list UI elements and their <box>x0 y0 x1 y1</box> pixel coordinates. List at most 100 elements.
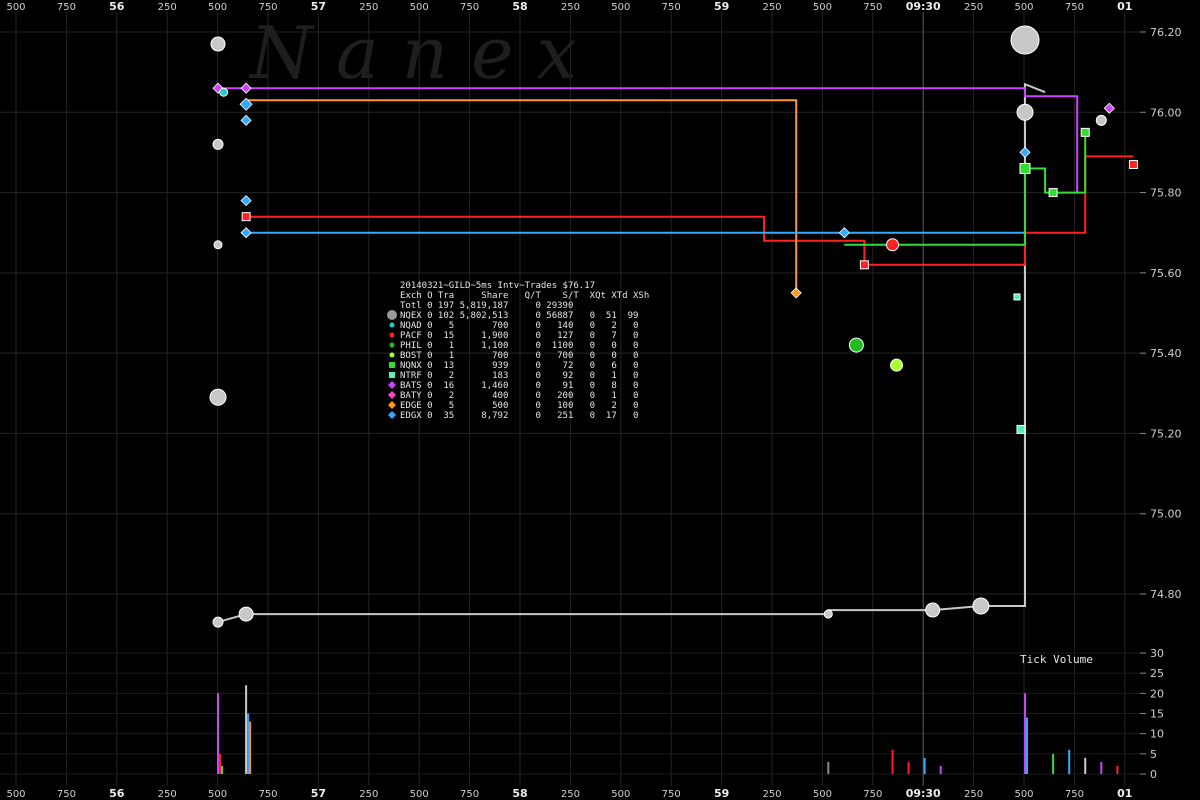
legend-row-ntrf: NTRF 0 2 183 0 92 0 1 0 <box>400 371 638 381</box>
volume-bar <box>1084 757 1087 774</box>
y-tick-label: 76.20 <box>1150 26 1182 39</box>
x-tick-label: 750 <box>460 789 479 800</box>
trade-marker-nqex <box>1010 25 1040 55</box>
x-tick-label: 01 <box>1117 787 1132 800</box>
x-tick-label: 250 <box>561 2 580 13</box>
x-tick-label: 09:30 <box>906 787 941 800</box>
x-tick-label: 750 <box>1065 2 1084 13</box>
x-axis-bottom: 500 750 56 250 500 750 57 250 500 750 58 250 500 750 5… <box>6 787 1132 800</box>
x-tick-label: 57 <box>311 0 326 13</box>
trade-marker-nqex <box>213 240 223 250</box>
trade-marker-nqad <box>219 87 229 97</box>
x-tick-label: 56 <box>109 787 125 800</box>
legend-marker <box>389 372 395 378</box>
x-tick-label: 500 <box>410 789 429 800</box>
trade-marker-nqnx <box>1048 188 1058 198</box>
legend-row-pacf: PACF 0 15 1,900 0 127 0 7 0 <box>400 331 638 341</box>
volume-tick-label: 20 <box>1150 687 1164 700</box>
legend-marker <box>389 352 395 358</box>
legend-marker <box>388 401 396 409</box>
legend-marker <box>388 411 396 419</box>
volume-title: Tick Volume <box>1020 653 1093 666</box>
x-tick-label: 58 <box>512 787 527 800</box>
trade-marker-nqex <box>212 616 224 628</box>
volume-bar <box>247 713 250 774</box>
legend-row-edgx: EDGX 0 35 8,792 0 251 0 17 0 <box>400 411 638 421</box>
x-tick-label: 250 <box>762 789 781 800</box>
legend-marker <box>387 310 397 320</box>
x-tick-label: 750 <box>258 789 277 800</box>
legend-title: 20140321~GILD~5ms Intv~Trades $76.17 <box>400 281 595 291</box>
y-tick-label: 75.40 <box>1150 347 1182 360</box>
trade-marker-nqex <box>823 609 833 619</box>
x-tick-label: 750 <box>57 2 76 13</box>
x-tick-label: 500 <box>6 2 25 13</box>
x-tick-label: 250 <box>762 2 781 13</box>
volume-tick-label: 15 <box>1150 708 1164 721</box>
trade-marker-pacf <box>886 238 900 252</box>
legend-marker <box>389 342 395 348</box>
x-tick-label: 500 <box>6 789 25 800</box>
trade-marker-nqex <box>925 602 941 618</box>
trade-marker-edgx <box>838 227 850 239</box>
trade-marker-edgx <box>240 195 252 207</box>
volume-bar <box>1068 749 1071 774</box>
series-line-edge <box>246 99 798 293</box>
volume-bar <box>219 753 221 774</box>
volume-bar <box>1052 753 1055 774</box>
x-tick-label: 500 <box>813 789 832 800</box>
legend-row-baty: BATY 0 2 400 0 200 0 1 0 <box>400 391 638 401</box>
legend-header: Exch O Tra Share Q/T S/T XQt XTd XSh <box>400 291 649 301</box>
x-tick-label: 750 <box>460 2 479 13</box>
x-tick-label: 750 <box>662 2 681 13</box>
legend-marker <box>389 332 395 338</box>
volume-bar <box>939 765 942 774</box>
volume-bars <box>217 685 1119 774</box>
trade-marker-edgx <box>1019 146 1031 158</box>
x-tick-label: 750 <box>57 789 76 800</box>
x-tick-label: 59 <box>714 0 729 13</box>
x-tick-label: 750 <box>863 789 882 800</box>
trade-marker-pacf <box>241 212 251 222</box>
volume-bar <box>923 757 926 774</box>
trade-marker-nqex <box>238 606 254 622</box>
y-tick-label: 74.80 <box>1150 588 1182 601</box>
trade-marker-pacf <box>859 260 869 270</box>
x-tick-label: 250 <box>158 2 177 13</box>
x-tick-label: 750 <box>863 2 882 13</box>
nanex-trade-chart: N a n e x 500 750 56 250 500 750 57 250 500 750 58… <box>0 0 1182 800</box>
x-tick-label: 750 <box>1065 789 1084 800</box>
trade-marker-nqex <box>212 138 224 150</box>
trade-marker-nqex <box>1016 103 1034 121</box>
trade-marker-edge <box>790 287 802 299</box>
y-tick-label: 76.00 <box>1150 106 1182 119</box>
y-tick-label: 75.80 <box>1150 187 1182 200</box>
y-tick-label: 75.20 <box>1150 427 1182 440</box>
trade-marker-nqex <box>209 388 227 406</box>
x-tick-label: 750 <box>258 2 277 13</box>
volume-bar <box>907 761 910 774</box>
y-tick-label: 75.60 <box>1150 267 1182 280</box>
volume-bar <box>1024 693 1027 774</box>
trade-marker-nqnx <box>1080 127 1090 137</box>
x-tick-label: 500 <box>813 2 832 13</box>
x-tick-label: 250 <box>359 2 378 13</box>
legend-row-totl: Totl 0 197 5,819,187 0 29390 <box>400 301 573 311</box>
series-line-bats <box>218 87 1079 193</box>
x-tick-label: 500 <box>410 2 429 13</box>
volume-bar <box>827 761 830 774</box>
x-tick-label: 59 <box>714 787 729 800</box>
legend-row-edge: EDGE 0 5 500 0 100 0 2 0 <box>400 401 638 411</box>
legend-marker <box>388 391 396 399</box>
volume-tick-label: 30 <box>1150 647 1164 660</box>
x-tick-label: 500 <box>208 2 227 13</box>
legend-marker <box>388 381 396 389</box>
legend-row-bats: BATS 0 16 1,460 0 91 0 8 0 <box>400 381 638 391</box>
legend-row-nqnx: NQNX 0 13 939 0 72 0 6 0 <box>400 361 638 371</box>
x-tick-label: 57 <box>311 787 326 800</box>
volume-bar <box>221 765 223 774</box>
volume-tick-label: 10 <box>1150 728 1164 741</box>
y-axis-volume: 30 25 20 15 10 5 0 <box>1140 647 1164 781</box>
x-tick-label: 500 <box>611 789 630 800</box>
legend-row-nqex: NQEX 0 102 5,802,513 0 56887 0 51 99 <box>400 311 638 321</box>
